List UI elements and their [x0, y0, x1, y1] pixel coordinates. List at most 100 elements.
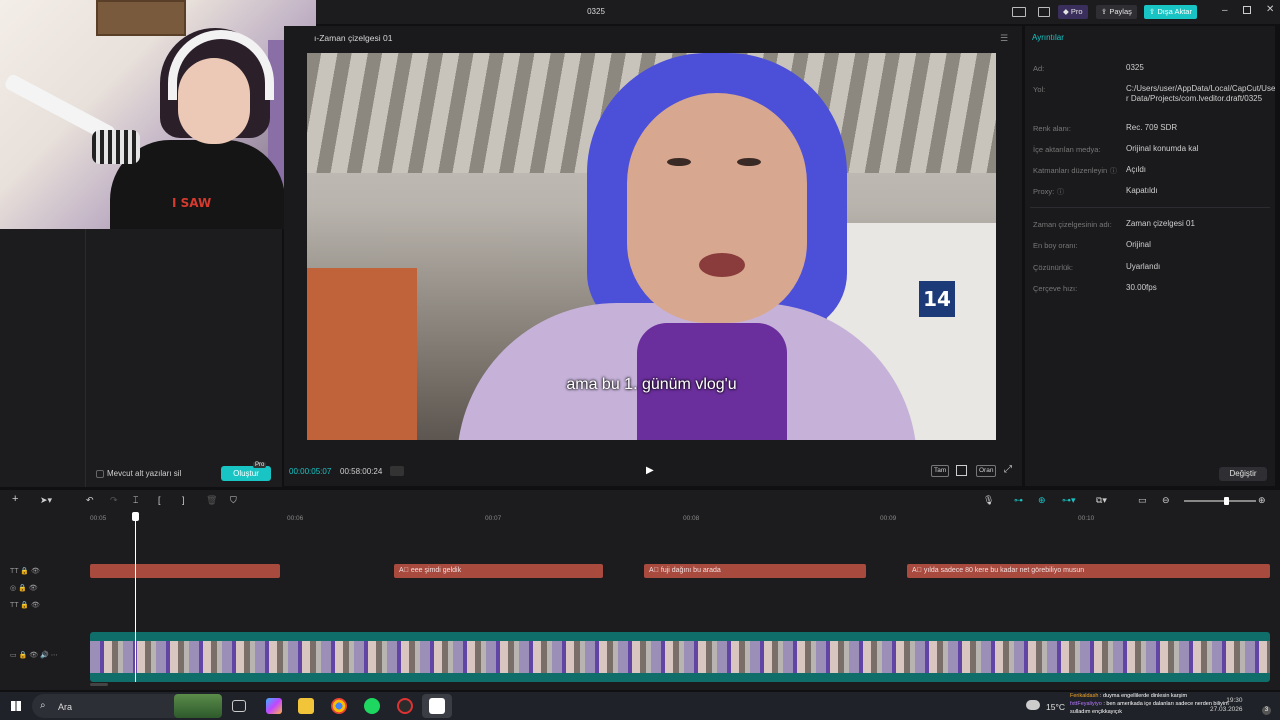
export-button[interactable]: ⇧ Dışa Aktar	[1144, 5, 1197, 19]
delete-icon[interactable]: 🗑	[206, 495, 217, 506]
main-video-track[interactable]	[90, 632, 1270, 682]
capcut-icon[interactable]	[429, 698, 445, 714]
select-tool-icon[interactable]: ➤▾	[40, 495, 52, 506]
timecode-toggle[interactable]	[390, 466, 404, 476]
copilot-icon[interactable]	[266, 698, 282, 714]
split-right-icon[interactable]: ]	[182, 495, 185, 505]
detail-value-aspect: Orijinal	[1126, 240, 1151, 249]
close-icon[interactable]: ✕	[1266, 4, 1274, 15]
wall-shelf	[96, 0, 186, 36]
pro-button[interactable]: ◆ Pro	[1058, 5, 1088, 19]
crop-icon[interactable]	[956, 465, 967, 476]
zoom-in-icon[interactable]: ⊕	[1258, 495, 1266, 506]
playhead-handle[interactable]	[132, 512, 139, 521]
temperature[interactable]: 15°C	[1046, 702, 1065, 712]
text-clip-label: fuji dağını bu arada	[660, 567, 721, 574]
delete-subtitles-checkbox[interactable]	[96, 470, 104, 478]
divider	[1030, 207, 1270, 208]
windows-start-icon[interactable]	[11, 701, 21, 711]
zoom-slider-handle[interactable]	[1224, 497, 1229, 505]
text-clip-label: eee şimdi geldik	[410, 567, 462, 574]
obs-icon[interactable]	[397, 698, 413, 714]
text-clip[interactable]	[90, 564, 280, 578]
shield-icon[interactable]: ⛉	[230, 495, 237, 506]
timecode-total: 00:58:00:24	[340, 467, 383, 476]
pro-badge: Pro	[253, 462, 267, 468]
weather-icon[interactable]	[1026, 700, 1040, 710]
detail-label-framerate: Çerçeve hızı:	[1033, 284, 1078, 293]
text-clip[interactable]: A⃞ eee şimdi geldik	[394, 564, 603, 578]
layout-icon[interactable]	[1012, 7, 1026, 17]
text-clip[interactable]: A⃞ fuji dağını bu arada	[644, 564, 866, 578]
magnet-icon[interactable]: ⊕	[1038, 495, 1046, 506]
platform-sign: 14	[919, 281, 955, 317]
zoom-out-icon[interactable]: ⊖	[1162, 495, 1170, 506]
split-left-icon[interactable]: [	[158, 495, 161, 505]
ratio-button[interactable]: Oran	[976, 465, 997, 477]
undo-icon[interactable]: ↶	[86, 495, 94, 506]
preview-axis-icon[interactable]: ⧉▾	[1096, 495, 1107, 506]
minimize-icon[interactable]: –	[1222, 5, 1228, 16]
info-icon[interactable]: ⓘ	[1110, 166, 1117, 176]
detail-label-path: Yol:	[1033, 85, 1046, 94]
maximize-icon[interactable]	[1243, 6, 1251, 14]
detail-value-proxy: Kapatıldı	[1126, 186, 1158, 195]
notification-icon[interactable]: 3	[1262, 706, 1271, 715]
video-subtitle[interactable]: ama bu 1. günüm vlog'u	[307, 376, 996, 394]
create-button[interactable]: Oluştur	[221, 466, 271, 481]
redo-icon[interactable]: ↷	[110, 495, 118, 506]
menu-icon[interactable]: ☰	[1000, 33, 1008, 44]
detail-label-layers: Katmanları düzenleyin	[1033, 166, 1108, 175]
text-clip-icon: A⃞	[399, 567, 411, 574]
split-icon[interactable]: ⌶	[133, 495, 138, 506]
microphone-icon[interactable]: 🎙	[983, 495, 994, 506]
panel-icon[interactable]	[1038, 7, 1050, 17]
tab-details[interactable]: Ayrıntılar	[1032, 33, 1064, 42]
detail-value-color-space: Rec. 709 SDR	[1126, 123, 1178, 132]
timeline-scrollbar[interactable]	[90, 683, 108, 686]
link-main-icon[interactable]: ⊶	[1014, 495, 1023, 506]
chat-text: duyma engellilerde dinlesin karşim	[1103, 693, 1188, 699]
play-icon[interactable]: ▶	[646, 465, 658, 477]
clock-time: 19:30	[1226, 697, 1243, 704]
vlogger-face	[627, 93, 807, 323]
text-track-controls[interactable]: TT 🔒 👁	[10, 567, 40, 575]
chat-text: sulladım ençikkayıçık	[1070, 709, 1122, 715]
file-explorer-icon[interactable]	[298, 698, 314, 714]
main-track-controls[interactable]: ▭ 🔒 👁 🔊 ⋯	[10, 651, 58, 659]
ruler-label: 00:09	[880, 515, 897, 522]
captions-icon[interactable]: ▭	[1138, 495, 1147, 506]
text-clip-icon: A⃞	[649, 567, 661, 574]
text-track-2-controls[interactable]: TT 🔒 👁	[10, 601, 40, 609]
search-highlight-image[interactable]	[174, 694, 222, 718]
fullscreen-button[interactable]: Tam	[931, 465, 950, 477]
info-icon[interactable]: ⓘ	[1057, 187, 1064, 197]
playhead[interactable]	[135, 512, 136, 682]
ruler-label: 00:06	[287, 515, 304, 522]
chrome-icon[interactable]	[331, 698, 347, 714]
detail-value-framerate: 30.00fps	[1126, 283, 1157, 292]
change-button[interactable]: Değiştir	[1219, 467, 1267, 481]
expand-icon[interactable]: ⤢	[1004, 464, 1012, 475]
detail-value-layers: Açıldı	[1126, 165, 1147, 174]
add-icon[interactable]: +	[12, 493, 18, 505]
video-preview[interactable]: 14 ama bu 1. günüm vlog'u	[307, 53, 996, 440]
right-eye	[737, 158, 761, 166]
export-label: Dışa Aktar	[1157, 7, 1192, 16]
webcam-overlay: I SAW	[0, 0, 316, 229]
detail-label-timeline-name: Zaman çizelgesinin adı:	[1033, 220, 1112, 229]
ruler-label: 00:05	[90, 515, 107, 522]
delete-subtitles-label: Mevcut alt yazıları sil	[107, 469, 182, 478]
effect-track-controls[interactable]: ◎ 🔒 👁	[10, 584, 38, 592]
system-clock[interactable]: 19:30 27.03.2026	[1210, 696, 1243, 714]
timecode-current: 00:00:05:07	[289, 467, 332, 476]
shirt-text: I SAW	[172, 196, 212, 210]
spotify-icon[interactable]	[364, 698, 380, 714]
ruler-label: 00:10	[1078, 515, 1095, 522]
link-icon[interactable]: ⊶▾	[1062, 495, 1076, 506]
mouth	[699, 253, 745, 277]
text-clip[interactable]: A⃞ yılda sadece 80 kere bu kadar net gör…	[907, 564, 1270, 578]
share-button[interactable]: ⇪ Paylaş	[1096, 5, 1137, 19]
task-view-icon[interactable]	[232, 700, 246, 712]
zoom-slider[interactable]	[1184, 500, 1256, 502]
